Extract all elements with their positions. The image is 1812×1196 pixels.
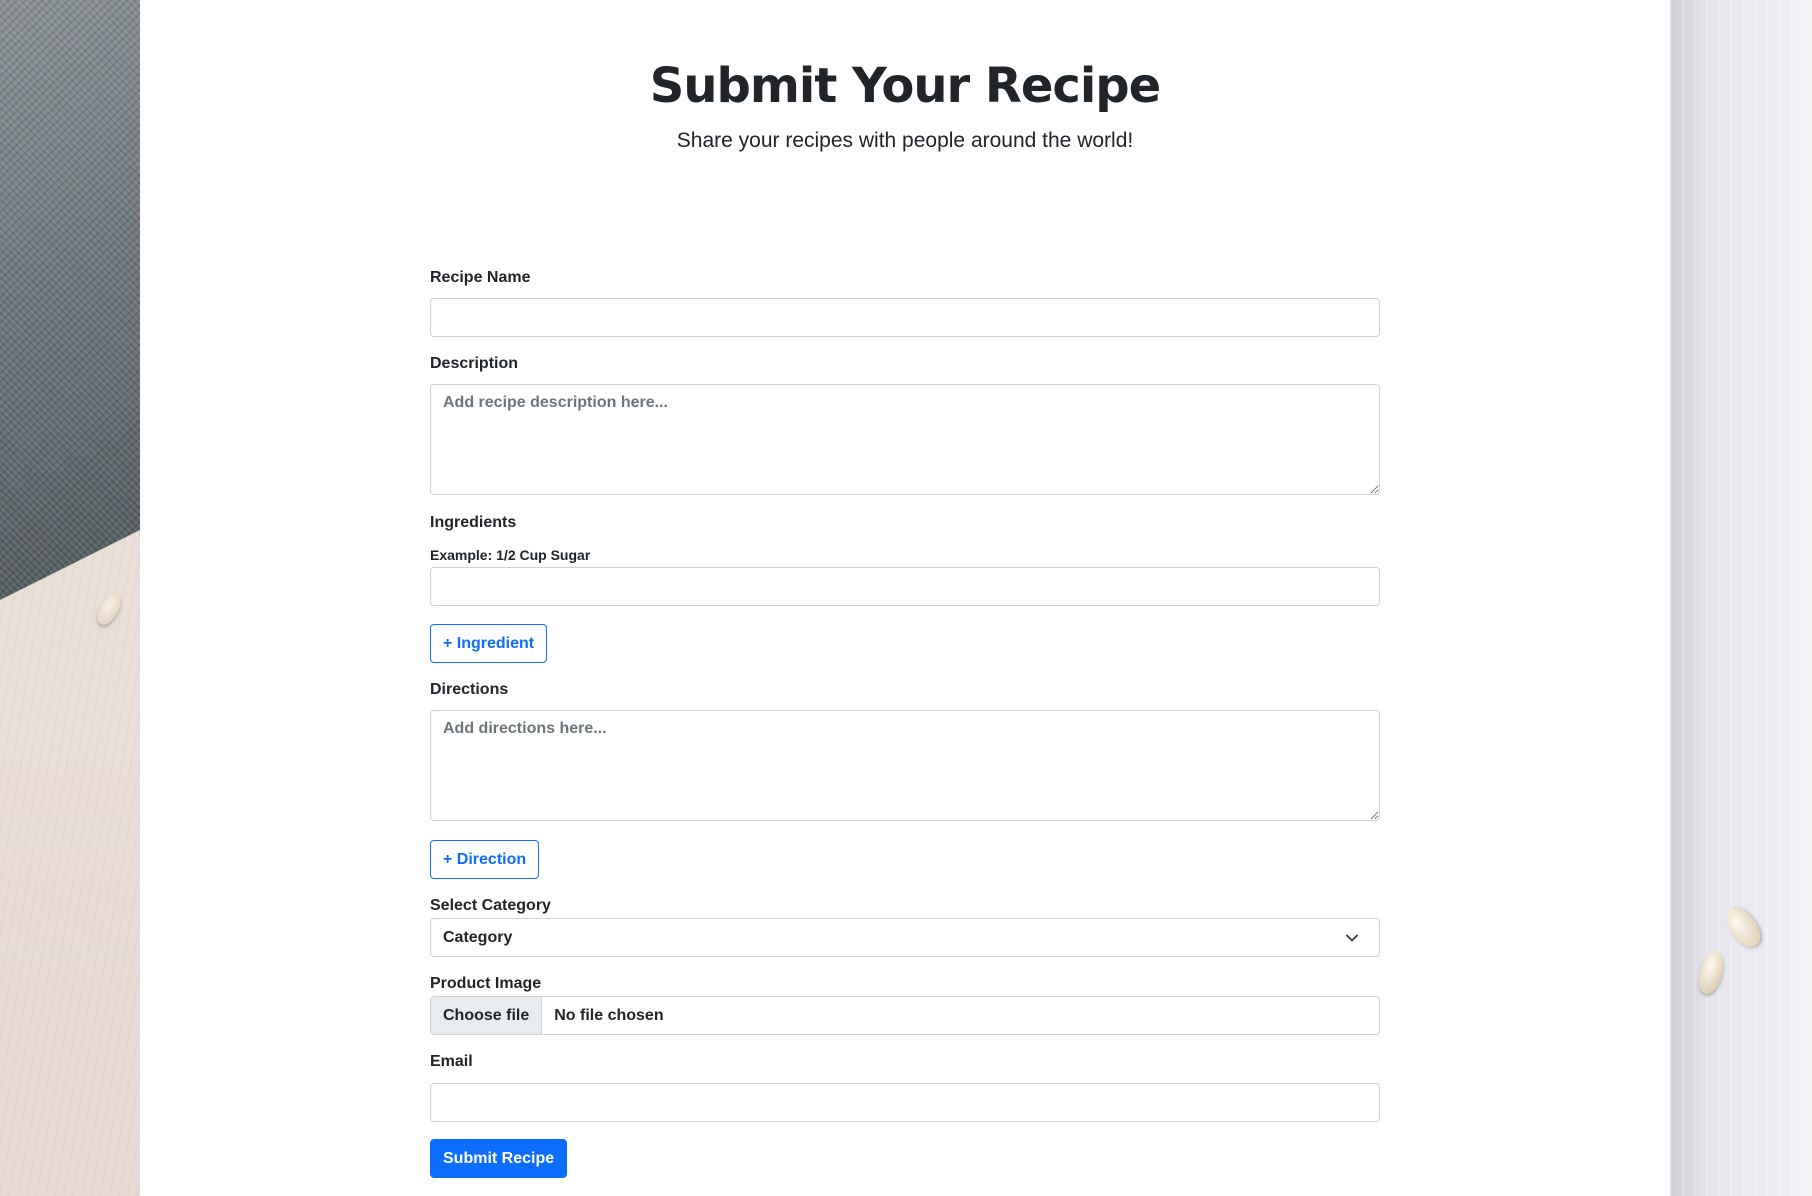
ingredient-input[interactable] — [430, 567, 1380, 606]
product-image-file-input[interactable]: Choose file No file chosen — [430, 996, 1380, 1035]
description-textarea[interactable] — [430, 384, 1380, 495]
file-status-text: No file chosen — [554, 1006, 664, 1024]
ingredients-label: Ingredients — [430, 514, 517, 531]
directions-textarea[interactable] — [430, 710, 1380, 821]
directions-label: Directions — [430, 681, 509, 698]
category-select[interactable]: Category — [430, 918, 1380, 957]
seed-image — [1719, 901, 1767, 953]
main-panel: Submit Your Recipe Share your recipes wi… — [140, 0, 1670, 1196]
chevron-down-icon — [1345, 931, 1359, 945]
email-input[interactable] — [430, 1083, 1380, 1122]
category-label: Select Category — [430, 897, 551, 914]
background-left-photo — [0, 0, 140, 1196]
add-ingredient-button[interactable]: + Ingredient — [430, 624, 548, 663]
seed-image — [1694, 947, 1728, 997]
background-right-photo — [1670, 0, 1812, 1196]
choose-file-button[interactable]: Choose file — [431, 997, 543, 1034]
recipe-name-input[interactable] — [430, 298, 1380, 337]
product-image-label: Product Image — [430, 975, 542, 992]
linen-cloth-image — [0, 0, 140, 600]
recipe-name-label: Recipe Name — [430, 269, 531, 286]
add-direction-button[interactable]: + Direction — [430, 840, 540, 879]
ingredients-hint: Example: 1/2 Cup Sugar — [430, 547, 591, 563]
category-select-value: Category — [443, 928, 513, 946]
email-label: Email — [430, 1053, 473, 1070]
description-label: Description — [430, 355, 519, 372]
page-subtitle: Share your recipes with people around th… — [676, 129, 1134, 152]
page-title: Submit Your Recipe — [649, 58, 1161, 114]
submit-recipe-button[interactable]: Submit Recipe — [430, 1139, 568, 1178]
